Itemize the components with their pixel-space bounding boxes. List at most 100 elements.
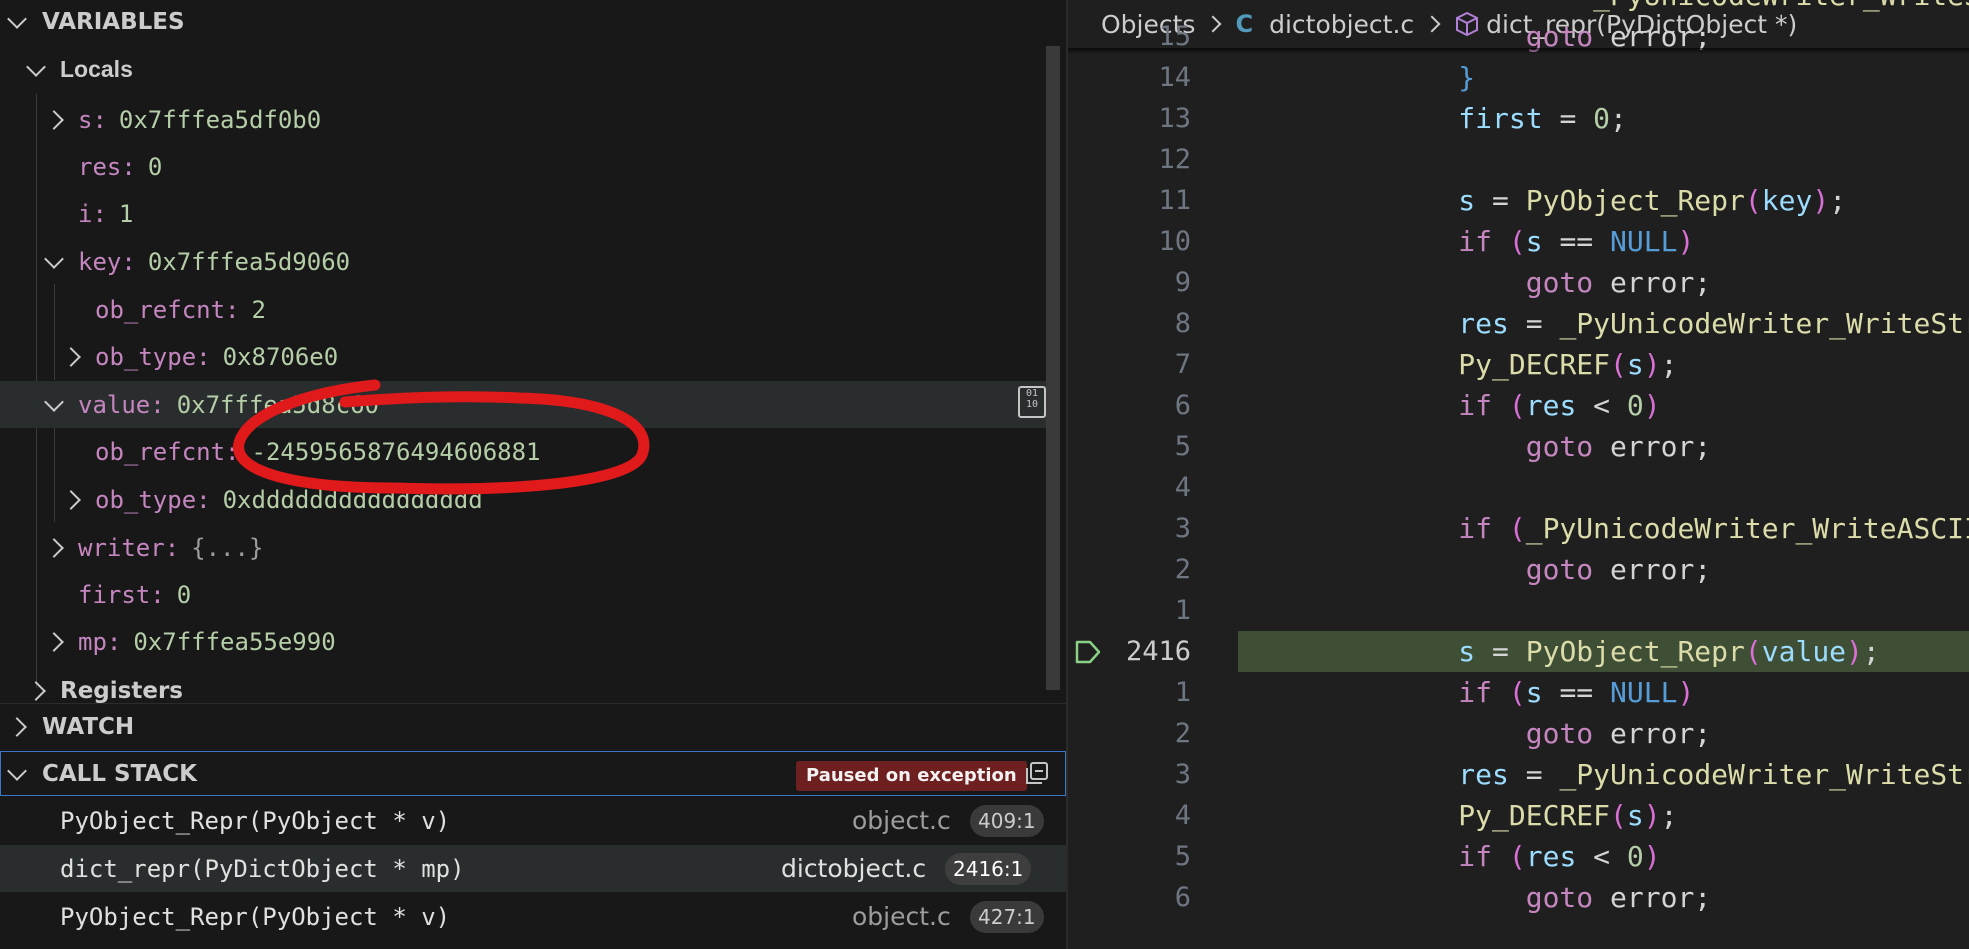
call-stack-frame-selected[interactable]: dict_repr(PyDictObject * mp) dictobject.… (0, 845, 1066, 892)
code-line[interactable]: 12 (1068, 139, 1969, 180)
variable-name: ob_type (95, 485, 197, 514)
line-number[interactable]: 14 (1081, 57, 1191, 98)
chevron-right-icon (61, 489, 81, 510)
variable-row-res[interactable]: res: 0 (78, 143, 1066, 190)
code-line[interactable]: 13 first = 0; (1068, 98, 1969, 139)
code-line[interactable]: 5 if (res < 0) (1068, 836, 1969, 877)
code-text[interactable]: } (1256, 57, 1475, 98)
variable-row-first[interactable]: first: 0 (78, 571, 1066, 618)
line-number[interactable]: 7 (1081, 344, 1191, 385)
variable-name: i (78, 199, 93, 228)
code-line[interactable]: 14 } (1068, 57, 1969, 98)
scroll-shadow (1068, 48, 1969, 54)
variable-row-value[interactable]: value: 0x7fffea5d8c60 (0, 381, 1046, 428)
code-line[interactable]: 10 if (s == NULL) (1068, 221, 1969, 262)
line-number[interactable]: 2 (1081, 549, 1191, 590)
code-line[interactable]: 6 if (res < 0) (1068, 385, 1969, 426)
code-text[interactable]: goto error; (1256, 426, 1711, 467)
line-number[interactable]: 1 (1081, 590, 1191, 631)
code-text[interactable]: Py_DECREF(s); (1256, 344, 1677, 385)
code-line[interactable]: 5 goto error; (1068, 426, 1969, 467)
variable-row-key-ob-type[interactable]: ob_type: 0x8706e0 (61, 333, 1066, 380)
locals-scope[interactable]: Locals (26, 46, 1066, 93)
line-number[interactable]: 5 (1081, 426, 1191, 467)
code-text[interactable]: if (res < 0) (1256, 836, 1660, 877)
frame-function: PyObject_Repr(PyObject * v) (60, 902, 451, 931)
chevron-down-icon (7, 9, 27, 29)
code-text[interactable]: goto error; (1256, 262, 1711, 303)
variable-row-i[interactable]: i: 1 (78, 190, 1066, 237)
variable-row-mp[interactable]: mp: 0x7fffea55e990 (44, 618, 1066, 665)
line-number[interactable]: 9 (1081, 262, 1191, 303)
variable-row-key[interactable]: key: 0x7fffea5d9060 (44, 238, 1066, 285)
variable-value: 0 (147, 152, 163, 181)
variables-scrollbar[interactable] (1046, 46, 1060, 690)
variable-row-value-ob-refcnt[interactable]: ob_refcnt: -2459565876494606881 (95, 428, 1066, 475)
line-number[interactable]: 5 (1081, 836, 1191, 877)
line-number[interactable]: 12 (1081, 139, 1191, 180)
chevron-right-icon (61, 346, 81, 367)
frame-line-badge: 2416:1 (945, 852, 1032, 885)
code-line[interactable]: 11 s = PyObject_Repr(key); (1068, 180, 1969, 221)
line-number[interactable]: 1 (1081, 672, 1191, 713)
variable-value: 0x7fffea55e990 (133, 627, 336, 656)
variable-value: 1 (118, 199, 134, 228)
variable-row-value-ob-type[interactable]: ob_type: 0xdddddddddddddddd (61, 476, 1066, 523)
variables-section-header[interactable]: VARIABLES (0, 0, 1066, 44)
line-number[interactable]: 6 (1081, 385, 1191, 426)
code-text[interactable]: goto error; (1256, 877, 1711, 918)
code-line[interactable]: 8 res = _PyUnicodeWriter_WriteStr( (1068, 303, 1969, 344)
code-line[interactable]: 1 if (s == NULL) (1068, 672, 1969, 713)
code-line[interactable]: 7 Py_DECREF(s); (1068, 344, 1969, 385)
watch-section-header[interactable]: WATCH (0, 705, 1066, 749)
code-text[interactable]: if (s == NULL) (1256, 221, 1694, 262)
code-line[interactable]: 9 goto error; (1068, 262, 1969, 303)
line-number[interactable]: 11 (1081, 180, 1191, 221)
code-line[interactable]: 1 (1068, 590, 1969, 631)
code-text[interactable]: goto error; (1256, 713, 1711, 754)
call-stack-frame[interactable]: PyObject_Repr(PyObject * v) object.c 409… (0, 797, 1066, 844)
line-number[interactable]: 10 (1081, 221, 1191, 262)
line-number[interactable]: 4 (1081, 467, 1191, 508)
collapse-all-icon[interactable] (1024, 760, 1050, 786)
code-text[interactable]: first = 0; (1256, 98, 1627, 139)
binary-view-icon[interactable]: 01 10 (1018, 386, 1046, 418)
line-number[interactable]: 4 (1081, 795, 1191, 836)
variable-name: ob_refcnt (95, 437, 226, 466)
code-line[interactable]: 2 goto error; (1068, 713, 1969, 754)
variable-row-writer[interactable]: writer: {...} (44, 524, 1066, 571)
code-text[interactable]: if (_PyUnicodeWriter_WriteASCIIS (1256, 508, 1969, 549)
code-text[interactable]: s = PyObject_Repr(key); (1256, 180, 1846, 221)
code-text[interactable]: res = _PyUnicodeWriter_WriteStr( (1256, 754, 1969, 795)
code-line[interactable]: _PyUnicodeWriter_WriteStr( (1068, 0, 1969, 16)
line-number[interactable]: 3 (1081, 508, 1191, 549)
line-number[interactable]: 6 (1081, 877, 1191, 918)
line-number[interactable]: 8 (1081, 303, 1191, 344)
call-stack-frame[interactable]: PyObject_Repr(PyObject * v) object.c 427… (0, 893, 1066, 940)
code-text[interactable]: _PyUnicodeWriter_WriteStr( (1256, 0, 1969, 16)
variable-row-key-ob-refcnt[interactable]: ob_refcnt: 2 (95, 286, 1066, 333)
variable-name: mp (78, 627, 107, 656)
code-line[interactable]: 3 if (_PyUnicodeWriter_WriteASCIIS (1068, 508, 1969, 549)
line-number[interactable]: 2 (1081, 713, 1191, 754)
variable-value: 0x8706e0 (222, 342, 339, 371)
code-text[interactable]: s = PyObject_Repr(value); (1256, 631, 1879, 672)
code-line[interactable]: 4 Py_DECREF(s); (1068, 795, 1969, 836)
code-line[interactable]: 6 goto error; (1068, 877, 1969, 918)
code-line[interactable]: 3 res = _PyUnicodeWriter_WriteStr( (1068, 754, 1969, 795)
code-text[interactable]: if (res < 0) (1256, 385, 1660, 426)
code-text[interactable]: Py_DECREF(s); (1256, 795, 1677, 836)
variable-row-s[interactable]: s: 0x7fffea5df0b0 (44, 96, 1066, 143)
frame-function: dict_repr(PyDictObject * mp) (60, 854, 465, 883)
line-number[interactable]: 13 (1081, 98, 1191, 139)
code-line[interactable]: 2 goto error; (1068, 549, 1969, 590)
code-text[interactable]: res = _PyUnicodeWriter_WriteStr( (1256, 303, 1969, 344)
line-number[interactable]: 3 (1081, 754, 1191, 795)
frame-file: dictobject.c (781, 854, 927, 883)
code-text[interactable]: goto error; (1256, 549, 1711, 590)
code-editor[interactable]: Objects C dictobject.c dict_repr(PyDictO… (1068, 0, 1969, 949)
code-line[interactable]: 4 (1068, 467, 1969, 508)
current-code-line[interactable]: 2416 s = PyObject_Repr(value); (1068, 631, 1969, 672)
line-number[interactable]: 2416 (1081, 631, 1191, 672)
code-text[interactable]: if (s == NULL) (1256, 672, 1694, 713)
